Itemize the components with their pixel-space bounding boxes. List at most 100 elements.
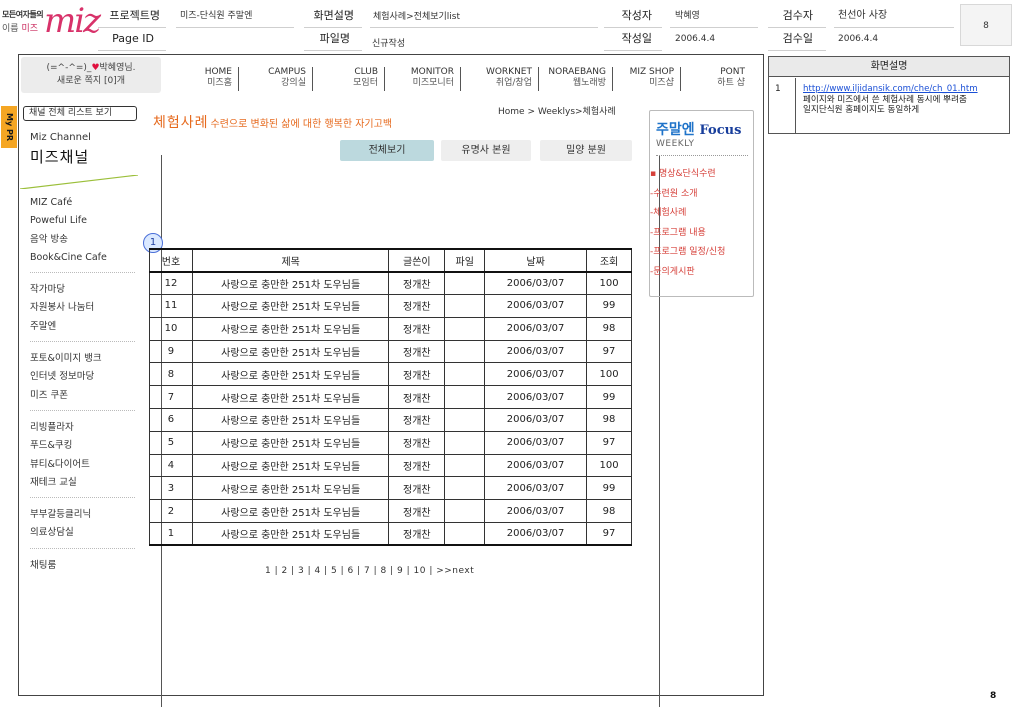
post-views: 99 — [586, 476, 632, 501]
user-greeting: (=^-^=)_♥박혜영님. — [46, 63, 136, 73]
table-row[interactable]: 1 사랑으로 충만한 251차 도우님들 정개찬 2006/03/07 97 — [149, 522, 632, 547]
col-date: 날짜 — [484, 248, 588, 273]
post-title[interactable]: 사랑으로 충만한 251차 도우님들 — [191, 294, 390, 318]
post-title[interactable]: 사랑으로 충만한 251차 도우님들 — [191, 453, 390, 478]
author-value: 박혜영 — [675, 11, 700, 21]
menu-item[interactable]: 뷰티&다이어트 — [30, 456, 140, 474]
miz-logo[interactable]: 모든여자들의 이름 미즈 miz — [0, 4, 101, 42]
description-link[interactable]: http://www.iljidansik.com/che/ch_01.htm — [803, 84, 1008, 95]
my-pr-tab[interactable]: My PR — [1, 106, 17, 148]
table-row[interactable]: 11 사랑으로 충만한 251차 도우님들 정개찬 2006/03/07 99 — [149, 294, 632, 318]
nav-miz-shop[interactable]: MIZ SHOP 미즈샵 — [619, 67, 681, 91]
header-rule — [98, 27, 166, 28]
menu-item[interactable]: 미즈 쿠폰 — [30, 387, 140, 405]
table-row[interactable]: 3 사랑으로 충만한 251차 도우님들 정개찬 2006/03/07 99 — [149, 476, 632, 501]
post-file — [444, 385, 486, 410]
page-separator: | — [287, 566, 298, 576]
post-views: 100 — [586, 453, 632, 478]
page-separator: | — [370, 566, 381, 576]
description-number: 1 — [769, 78, 796, 134]
breadcrumb: Home > Weeklys>체험사례 — [498, 107, 616, 117]
nav-noraebang[interactable]: NORAEBANG 웹노래방 — [543, 67, 613, 91]
post-table: 번호 제목 글쓴이 파일 날짜 조회 12 사랑으로 충만한 251차 도우님들 정… — [149, 248, 632, 547]
menu-item[interactable]: Book&Cine Cafe — [30, 249, 140, 267]
post-title[interactable]: 사랑으로 충만한 251차 도우님들 — [191, 362, 390, 387]
focus-item[interactable]: -문의게시판 — [650, 263, 725, 283]
tab-miryang-branch[interactable]: 밀양 분원 — [540, 140, 632, 161]
menu-item[interactable]: Poweful Life — [30, 212, 140, 230]
post-title[interactable]: 사랑으로 충만한 251차 도우님들 — [191, 476, 390, 501]
menu-item[interactable]: 자원봉사 나눔터 — [30, 299, 140, 317]
new-messages-link[interactable]: 새로운 쪽지 [0]개 — [21, 75, 161, 88]
focus-item[interactable]: -수련원 소개 — [650, 185, 725, 205]
menu-item[interactable]: 의료상담실 — [30, 524, 140, 542]
logo-mark: miz — [44, 1, 101, 41]
post-file — [444, 408, 486, 432]
screen-description-panel: 화면설명 1 http://www.iljidansik.com/che/ch_… — [768, 56, 1010, 134]
table-row[interactable]: 5 사랑으로 충만한 251차 도우님들 정개찬 2006/03/07 97 — [149, 430, 632, 455]
focus-item[interactable]: -프로그램 내용 — [650, 224, 725, 244]
nav-club[interactable]: CLUB 모임터 — [321, 67, 385, 91]
post-author: 정개찬 — [388, 294, 446, 318]
menu-item[interactable]: MIZ Café — [30, 194, 140, 212]
table-row[interactable]: 2 사랑으로 충만한 251차 도우님들 정개찬 2006/03/07 98 — [149, 499, 632, 524]
table-row[interactable]: 9 사랑으로 충만한 251차 도우님들 정개찬 2006/03/07 97 — [149, 339, 632, 364]
menu-item[interactable]: 작가마당 — [30, 281, 140, 299]
post-title[interactable]: 사랑으로 충만한 251차 도우님들 — [191, 408, 390, 432]
description-line: 일지단식원 홈페이지도 동일하게 — [803, 105, 920, 115]
menu-item[interactable]: 채팅룸 — [30, 557, 140, 575]
page-separator: | — [271, 566, 282, 576]
menu-item[interactable]: 주말엔 — [30, 318, 140, 336]
tab-main-center[interactable]: 유명사 본원 — [441, 140, 531, 161]
post-title[interactable]: 사랑으로 충만한 251차 도우님들 — [191, 339, 390, 364]
header-rule — [176, 27, 294, 28]
post-title[interactable]: 사랑으로 충만한 251차 도우님들 — [191, 271, 390, 296]
nav-campus[interactable]: CAMPUS 강의실 — [247, 67, 313, 91]
focus-panel: 주말엔 Focus WEEKLY ▪ 명상&단식수련 -수련원 소개 -체험사례… — [649, 110, 754, 297]
post-author: 정개찬 — [388, 453, 446, 478]
focus-item[interactable]: ▪ 명상&단식수련 — [650, 165, 725, 185]
post-date: 2006/03/07 — [484, 362, 588, 387]
post-number: 6 — [149, 408, 193, 432]
post-date: 2006/03/07 — [484, 453, 588, 478]
nav-monitor[interactable]: MONITOR 미즈모니터 — [393, 67, 461, 91]
post-date: 2006/03/07 — [484, 385, 588, 410]
nav-home[interactable]: HOME 미즈홈 — [183, 67, 239, 91]
focus-menu: ▪ 명상&단식수련 -수련원 소개 -체험사례 -프로그램 내용 -프로그램 일… — [650, 165, 725, 283]
post-author: 정개찬 — [388, 385, 446, 410]
post-title[interactable]: 사랑으로 충만한 251차 도우님들 — [191, 385, 390, 410]
page-link[interactable]: 10 — [414, 566, 426, 576]
table-row[interactable]: 10 사랑으로 충만한 251차 도우님들 정개찬 2006/03/07 98 — [149, 316, 632, 341]
table-row[interactable]: 7 사랑으로 충만한 251차 도우님들 정개찬 2006/03/07 99 — [149, 385, 632, 410]
user-info-box[interactable]: (=^-^=)_♥박혜영님. 새로운 쪽지 [0]개 — [21, 57, 161, 93]
table-row[interactable]: 4 사랑으로 충만한 251차 도우님들 정개찬 2006/03/07 100 — [149, 453, 632, 478]
focus-item[interactable]: -프로그램 일정/신청 — [650, 243, 725, 263]
menu-item[interactable]: 푸드&쿠킹 — [30, 437, 140, 455]
header-rule — [304, 27, 362, 28]
table-row[interactable]: 8 사랑으로 충만한 251차 도우님들 정개찬 2006/03/07 100 — [149, 362, 632, 387]
col-title: 제목 — [191, 248, 390, 273]
page-number-box: 8 — [960, 4, 1012, 46]
menu-item[interactable]: 인터넷 정보마당 — [30, 368, 140, 386]
tab-all[interactable]: 전체보기 — [340, 140, 434, 161]
post-author: 정개찬 — [388, 271, 446, 296]
table-row[interactable]: 6 사랑으로 충만한 251차 도우님들 정개찬 2006/03/07 98 — [149, 408, 632, 432]
post-title[interactable]: 사랑으로 충만한 251차 도우님들 — [191, 316, 390, 341]
nav-worknet[interactable]: WORKNET 취업/창업 — [469, 67, 539, 91]
next-link[interactable]: >>next — [436, 566, 474, 576]
channel-list-button[interactable]: 채널 전체 리스트 보기 — [23, 106, 137, 121]
post-title[interactable]: 사랑으로 충만한 251차 도우님들 — [191, 522, 390, 547]
menu-item[interactable]: 음악 방송 — [30, 231, 140, 249]
menu-item[interactable]: 리빙플라자 — [30, 419, 140, 437]
menu-item[interactable]: 부부갈등클리닉 — [30, 506, 140, 524]
header-rule — [604, 50, 662, 51]
post-author: 정개찬 — [388, 499, 446, 524]
focus-item[interactable]: -체험사례 — [650, 204, 725, 224]
menu-item[interactable]: 재테크 교실 — [30, 474, 140, 492]
menu-item[interactable]: 포토&이미지 뱅크 — [30, 350, 140, 368]
post-number: 10 — [149, 316, 193, 341]
post-title[interactable]: 사랑으로 충만한 251차 도우님들 — [191, 499, 390, 524]
table-row[interactable]: 12 사랑으로 충만한 251차 도우님들 정개찬 2006/03/07 100 — [149, 271, 632, 296]
post-title[interactable]: 사랑으로 충만한 251차 도우님들 — [191, 430, 390, 455]
nav-pont[interactable]: PONT 하트 샵 — [689, 67, 751, 91]
